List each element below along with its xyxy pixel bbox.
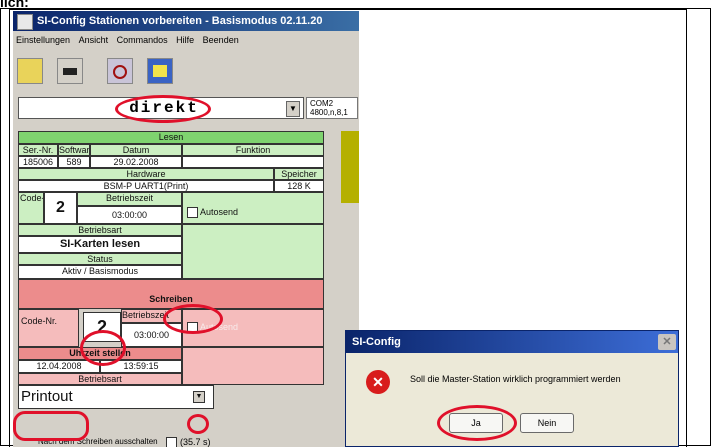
frame-divider-right: [686, 8, 687, 447]
hardware-label: Hardware: [18, 168, 274, 180]
nach-schreiben-value: (35.7 s): [180, 437, 211, 447]
export-icon[interactable]: [147, 58, 173, 84]
menubar: Einstellungen Ansicht Commandos Hilfe Be…: [13, 31, 359, 49]
funktion-value: [182, 156, 324, 168]
no-button[interactable]: Nein: [520, 413, 574, 433]
sernr-label: Ser.-Nr.: [18, 144, 58, 156]
highlight-ring-printout: [13, 411, 89, 441]
highlight-ring-yes: [437, 405, 517, 441]
schreiben-header[interactable]: Schreiben: [18, 279, 324, 309]
autosend-checkbox[interactable]: [187, 207, 198, 219]
highlight-ring-port: [115, 95, 211, 123]
com-params: 4800,n,8,1: [310, 108, 348, 117]
com-port: COM2: [310, 99, 334, 108]
schreiben-betriebsart-select[interactable]: Printout: [18, 385, 214, 409]
status-value: Aktiv / Basismodus: [18, 265, 182, 279]
open-file-icon[interactable]: [17, 58, 43, 84]
betriebszeit-label: Betriebszeit: [77, 192, 182, 206]
lesen-filler: [182, 224, 324, 279]
status-label: Status: [18, 253, 182, 265]
menu-ansicht[interactable]: Ansicht: [79, 35, 109, 45]
speicher-value: 128 K: [274, 180, 324, 192]
confirm-dialog: SI-Config ✕ ✕ Soll die Master-Station wi…: [345, 330, 679, 447]
menu-beenden[interactable]: Beenden: [203, 35, 239, 45]
autosend-label: Autosend: [200, 207, 239, 217]
software-value: 589: [58, 156, 90, 168]
nach-schreiben-checkbox[interactable]: [166, 437, 177, 447]
betriebsart-label: Betriebsart: [18, 224, 182, 236]
schreiben-betriebsart-label: Betriebsart: [18, 373, 182, 385]
close-icon[interactable]: ✕: [658, 334, 676, 350]
software-label: Software: [58, 144, 90, 156]
search-icon[interactable]: [107, 58, 133, 84]
dialog-title[interactable]: SI-Config: [346, 331, 678, 353]
frame-divider: [9, 8, 10, 447]
com-settings: COM2 4800,n,8,1: [306, 97, 358, 119]
highlight-ring-dropdown: [187, 414, 209, 434]
datum-value: 29.02.2008: [90, 156, 182, 168]
frame-top-line: [9, 9, 687, 10]
menu-einstellungen[interactable]: Einstellungen: [16, 35, 70, 45]
station-icon[interactable]: [57, 58, 83, 84]
toolbar: [13, 49, 359, 93]
schreiben-filler: [182, 347, 324, 385]
hardware-value: BSM-P UART1(Print): [18, 180, 274, 192]
error-icon: ✕: [366, 370, 390, 394]
highlight-ring-schreiben: [163, 304, 223, 334]
window-title: SI-Config Stationen vorbereiten - Basism…: [37, 15, 323, 27]
window-titlebar[interactable]: SI-Config Stationen vorbereiten - Basism…: [13, 11, 359, 31]
speicher-label: Speicher: [274, 168, 324, 180]
dialog-message: Soll die Master-Station wirklich program…: [410, 374, 621, 384]
betriebsart-dropdown-button[interactable]: ▼: [193, 391, 205, 403]
menu-hilfe[interactable]: Hilfe: [176, 35, 194, 45]
funktion-label: Funktion: [182, 144, 324, 156]
menu-commandos[interactable]: Commandos: [117, 35, 168, 45]
lesen-header[interactable]: Lesen: [18, 131, 324, 144]
highlight-ring-codenr: [80, 330, 126, 366]
datum-label: Datum: [90, 144, 182, 156]
status-indicator-block: [341, 131, 359, 203]
betriebszeit-value[interactable]: 03:00:00: [77, 206, 182, 224]
codenr-value[interactable]: 2: [44, 192, 77, 224]
codenr-label: Code-Nr.: [18, 192, 44, 224]
sernr-value: 185006: [18, 156, 58, 168]
schreiben-codenr-label: Code-Nr.: [18, 309, 79, 347]
port-dropdown-button[interactable]: ▼: [286, 101, 300, 117]
si-config-window: SI-Config Stationen vorbereiten - Basism…: [13, 11, 359, 447]
autosend-row[interactable]: Autosend: [182, 192, 324, 224]
app-icon: [17, 14, 33, 30]
betriebsart-value[interactable]: SI-Karten lesen: [18, 236, 182, 253]
